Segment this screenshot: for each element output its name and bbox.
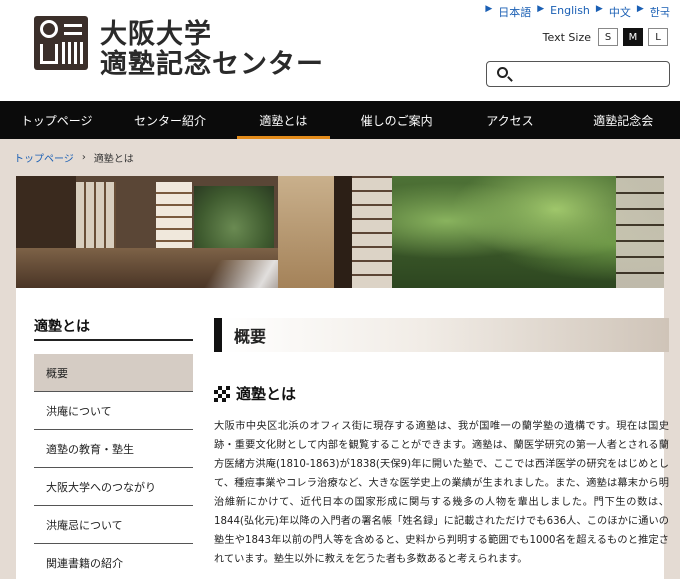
nav-center-intro[interactable]: センター紹介: [113, 101, 226, 139]
page-title: 概要: [214, 318, 669, 352]
hero-image: [16, 176, 664, 288]
section-heading: 適塾とは: [214, 383, 296, 404]
logo-title-center[interactable]: 適塾記念センター: [100, 42, 324, 81]
nav-tekijuku[interactable]: 適塾とは: [227, 101, 340, 139]
sidebar-item-koan[interactable]: 洪庵について: [34, 392, 193, 430]
lang-korean-link[interactable]: 한국: [650, 4, 670, 20]
sidebar-item-overview[interactable]: 概要: [34, 354, 193, 392]
text-size-medium-button[interactable]: M: [623, 28, 643, 46]
body-paragraph: 大阪市中央区北浜のオフィス街に現存する適塾は、我が国唯一の蘭学塾の遺構です。現在…: [214, 421, 669, 565]
breadcrumb-separator: ›: [81, 152, 86, 163]
checker-mark-icon: [214, 385, 230, 402]
breadcrumb: トップページ › 適塾とは: [14, 150, 134, 165]
site-header: 大阪大学 適塾記念センター ▶ 日本語 ▶ English ▶ 中文 ▶ 한국 …: [0, 0, 680, 100]
lang-english-link[interactable]: English: [550, 4, 590, 20]
section-heading-text: 適塾とは: [236, 385, 297, 403]
breadcrumb-current: 適塾とは: [93, 154, 134, 165]
sidebar-item-koanki[interactable]: 洪庵忌について: [34, 506, 193, 544]
triangle-icon: ▶: [595, 4, 603, 14]
global-nav: トップページ センター紹介 適塾とは 催しのご案内 アクセス 適塾記念会: [0, 101, 680, 139]
sidebar-divider: [34, 339, 193, 341]
search-icon[interactable]: [497, 67, 508, 78]
breadcrumb-home-link[interactable]: トップページ: [14, 150, 74, 165]
triangle-icon: ▶: [636, 4, 644, 14]
nav-association[interactable]: 適塾記念会: [567, 101, 680, 139]
sidebar-item-education[interactable]: 適塾の教育・塾生: [34, 430, 193, 468]
sidebar-menu: 概要 洪庵について 適塾の教育・塾生 大阪大学へのつながり 洪庵忌について 関連…: [34, 354, 193, 579]
language-switcher: ▶ 日本語 ▶ English ▶ 中文 ▶ 한국: [485, 4, 670, 20]
nav-top-page[interactable]: トップページ: [0, 101, 113, 139]
nav-events[interactable]: 催しのご案内: [340, 101, 453, 139]
triangle-icon: ▶: [485, 4, 493, 14]
text-size-large-button[interactable]: L: [648, 28, 668, 46]
sidebar-item-osaka-univ[interactable]: 大阪大学へのつながり: [34, 468, 193, 506]
lang-chinese-link[interactable]: 中文: [609, 4, 631, 20]
sidebar-item-books[interactable]: 関連書籍の紹介: [34, 544, 193, 579]
text-size-control: Text Size S M L: [543, 28, 668, 46]
lang-japanese-link[interactable]: 日本語: [498, 4, 531, 20]
logo-icon[interactable]: [34, 16, 88, 70]
nav-access[interactable]: アクセス: [453, 101, 566, 139]
text-size-small-button[interactable]: S: [598, 28, 618, 46]
text-size-label: Text Size: [542, 30, 591, 44]
triangle-icon: ▶: [537, 4, 545, 14]
sidebar-title: 適塾とは: [34, 319, 90, 335]
search-input[interactable]: [486, 61, 670, 87]
